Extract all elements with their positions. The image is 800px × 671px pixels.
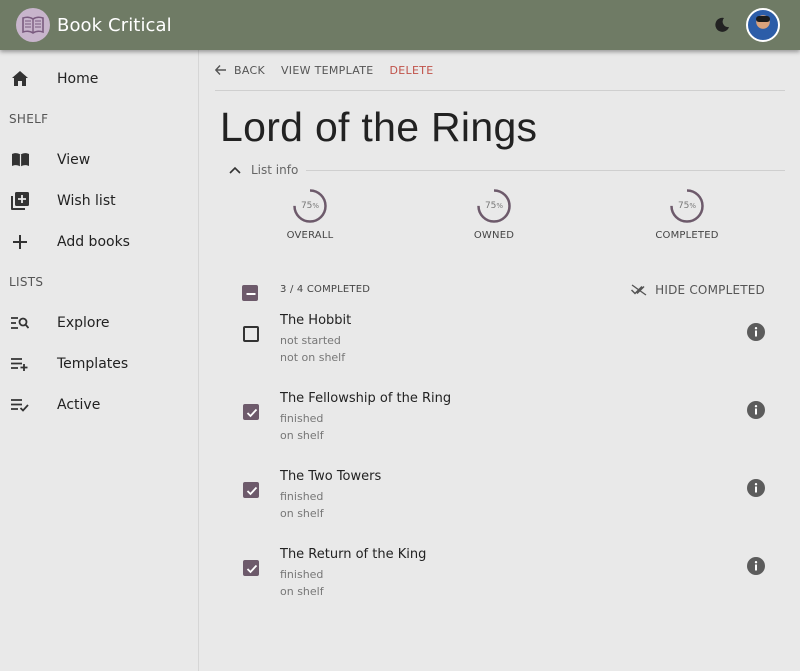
book-status: finished bbox=[280, 568, 324, 581]
list-item: The Hobbit not started not on shelf bbox=[215, 313, 785, 391]
sidebar-item-view[interactable]: View bbox=[0, 139, 198, 180]
list-item: The Two Towers finished on shelf bbox=[215, 469, 785, 547]
list-info-toggle[interactable]: List info bbox=[215, 159, 785, 181]
moon-icon[interactable] bbox=[712, 15, 732, 35]
progress-ring: 75% bbox=[476, 188, 512, 224]
back-label: BACK bbox=[234, 63, 265, 77]
plus-icon bbox=[10, 232, 30, 252]
avatar[interactable] bbox=[746, 8, 780, 42]
playlist-check-icon bbox=[10, 395, 30, 415]
book-checkbox[interactable] bbox=[243, 404, 259, 420]
playlist-add-icon bbox=[10, 354, 30, 374]
book-title[interactable]: The Fellowship of the Ring bbox=[280, 391, 451, 406]
sidebar-item-label: View bbox=[57, 151, 91, 168]
open-book-icon[interactable] bbox=[16, 8, 50, 42]
sidebar-item-home[interactable]: Home bbox=[0, 58, 198, 99]
list-item: The Fellowship of the Ring finished on s… bbox=[215, 391, 785, 469]
stat-owned: 75% OWNED bbox=[444, 188, 544, 241]
progress-value: 75% bbox=[484, 201, 504, 211]
main-content: BACK VIEW TEMPLATE DELETE Lord of the Ri… bbox=[215, 50, 785, 625]
stat-label: COMPLETED bbox=[655, 230, 719, 241]
sidebar-item-label: Explore bbox=[57, 314, 110, 331]
arrow-left-icon bbox=[215, 65, 226, 75]
list-header: 3 / 4 COMPLETED HIDE COMPLETED bbox=[215, 275, 785, 313]
top-right-controls bbox=[712, 8, 780, 42]
sidebar-section-shelf: SHELF bbox=[9, 112, 49, 126]
delete-button[interactable]: DELETE bbox=[390, 64, 434, 77]
book-title[interactable]: The Hobbit bbox=[280, 313, 351, 328]
info-icon[interactable] bbox=[747, 401, 765, 419]
library-add-icon bbox=[10, 191, 30, 211]
list-search-icon bbox=[10, 313, 30, 333]
select-all-checkbox[interactable] bbox=[242, 285, 258, 301]
stats-row: 75% OVERALL 75% OWNED 75% COMPLETED bbox=[215, 181, 785, 275]
book-status: finished bbox=[280, 490, 324, 503]
list-item: The Return of the King finished on shelf bbox=[215, 547, 785, 625]
back-button[interactable]: BACK bbox=[215, 64, 265, 77]
sidebar: Home SHELF View Wish list Add books LIST… bbox=[0, 50, 199, 671]
sidebar-item-wish-list[interactable]: Wish list bbox=[0, 180, 198, 221]
book-status: finished bbox=[280, 412, 324, 425]
book-checkbox[interactable] bbox=[243, 482, 259, 498]
sidebar-item-templates[interactable]: Templates bbox=[0, 343, 198, 384]
stat-label: OVERALL bbox=[286, 230, 334, 241]
sidebar-item-add-books[interactable]: Add books bbox=[0, 221, 198, 262]
sidebar-item-label: Templates bbox=[57, 355, 129, 372]
page-title: Lord of the Rings bbox=[220, 104, 538, 150]
book-title[interactable]: The Return of the King bbox=[280, 547, 426, 562]
list-info-label: List info bbox=[251, 163, 299, 177]
sidebar-item-label: Wish list bbox=[57, 192, 116, 209]
info-icon[interactable] bbox=[747, 323, 765, 341]
sidebar-item-label: Add books bbox=[57, 233, 130, 250]
app-bar: Book Critical bbox=[0, 0, 800, 50]
info-icon[interactable] bbox=[747, 557, 765, 575]
hide-done-icon bbox=[631, 284, 647, 296]
book-shelf-status: on shelf bbox=[280, 507, 324, 520]
divider bbox=[306, 169, 785, 171]
stat-label: OWNED bbox=[473, 230, 515, 241]
book-open-icon bbox=[10, 150, 30, 170]
sidebar-item-explore[interactable]: Explore bbox=[0, 302, 198, 343]
action-bar: BACK VIEW TEMPLATE DELETE bbox=[215, 50, 785, 91]
book-title[interactable]: The Two Towers bbox=[280, 469, 381, 484]
sidebar-item-active[interactable]: Active bbox=[0, 384, 198, 425]
book-status: not started bbox=[280, 334, 341, 347]
progress-value: 75% bbox=[677, 201, 697, 211]
chevron-up-icon[interactable] bbox=[229, 166, 241, 174]
hide-completed-label: HIDE COMPLETED bbox=[655, 283, 765, 297]
home-icon bbox=[10, 69, 30, 89]
sidebar-item-label: Active bbox=[57, 396, 101, 413]
book-checkbox[interactable] bbox=[243, 326, 259, 342]
sidebar-item-label: Home bbox=[57, 70, 99, 87]
progress-value: 75% bbox=[300, 201, 320, 211]
progress-ring: 75% bbox=[669, 188, 705, 224]
stat-overall: 75% OVERALL bbox=[260, 188, 360, 241]
book-shelf-status: not on shelf bbox=[280, 351, 346, 364]
progress-ring: 75% bbox=[292, 188, 328, 224]
sidebar-section-lists: LISTS bbox=[9, 275, 44, 289]
book-shelf-status: on shelf bbox=[280, 429, 324, 442]
stat-completed: 75% COMPLETED bbox=[637, 188, 737, 241]
book-shelf-status: on shelf bbox=[280, 585, 324, 598]
view-template-button[interactable]: VIEW TEMPLATE bbox=[281, 64, 374, 77]
completed-summary: 3 / 4 COMPLETED bbox=[280, 284, 371, 295]
info-icon[interactable] bbox=[747, 479, 765, 497]
hide-completed-button[interactable]: HIDE COMPLETED bbox=[631, 283, 765, 297]
app-title[interactable]: Book Critical bbox=[57, 15, 172, 36]
book-checkbox[interactable] bbox=[243, 560, 259, 576]
